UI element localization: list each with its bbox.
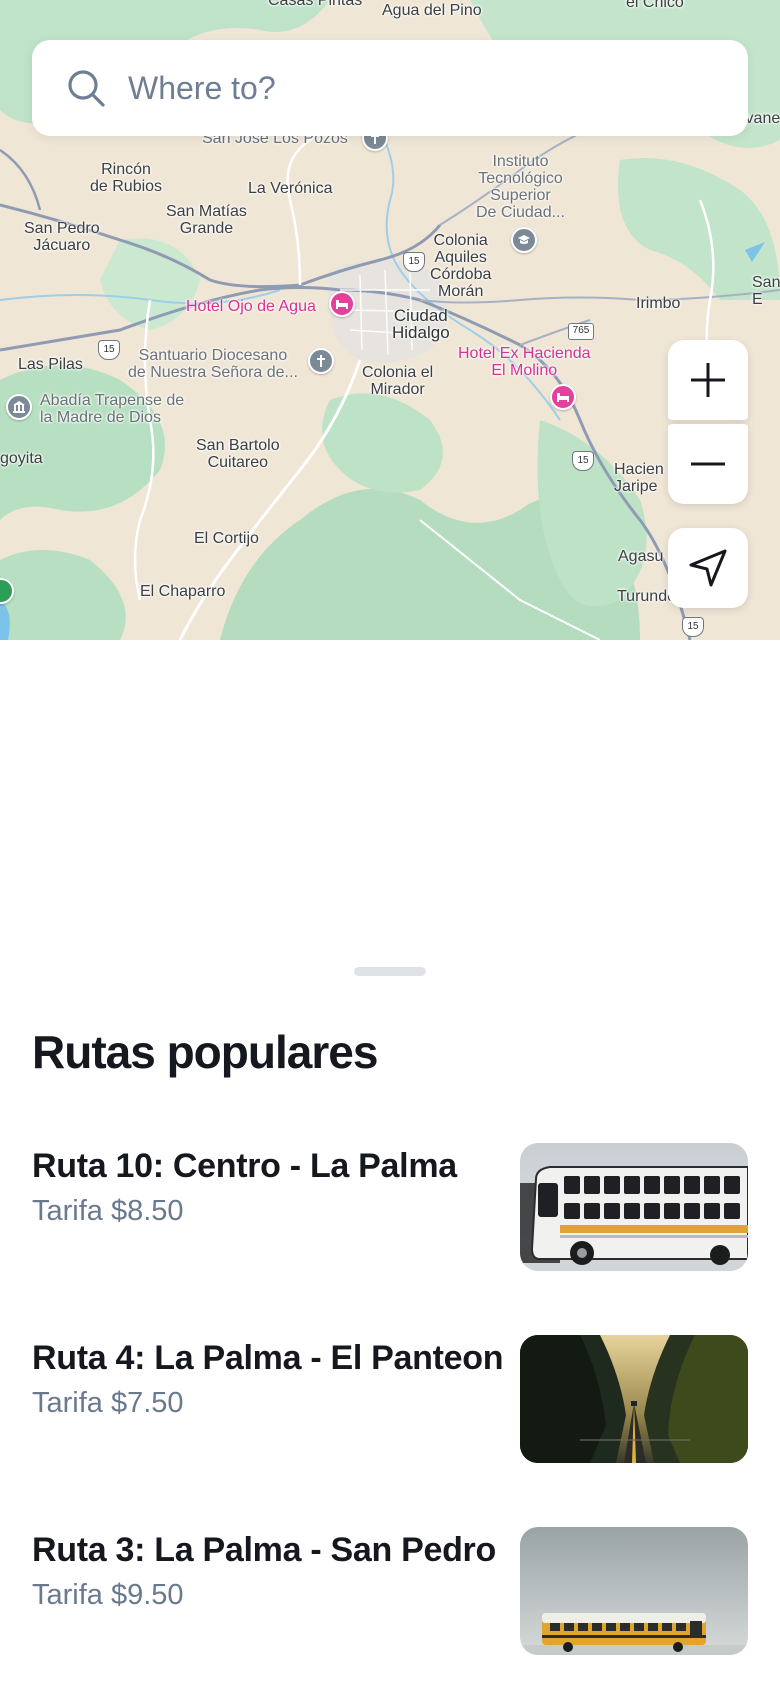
route-name: Ruta 4: La Palma - El Panteon xyxy=(32,1339,504,1377)
highway-shield: 15 xyxy=(682,617,704,637)
map-label: Hotel Ojo de Agua xyxy=(186,298,316,315)
bus-image xyxy=(520,1527,748,1655)
route-thumbnail xyxy=(520,1527,748,1655)
route-list-item[interactable]: Ruta 10: Centro - La Palma Tarifa $8.50 xyxy=(0,1143,780,1273)
zoom-out-button[interactable] xyxy=(668,424,748,504)
search-icon xyxy=(68,70,105,107)
map-label: Casas Pintas xyxy=(268,0,363,9)
map-label: Instituto Tecnológico Superior De Ciudad… xyxy=(476,153,565,221)
map-label: Agua del Pino xyxy=(382,2,482,19)
route-thumbnail xyxy=(520,1143,748,1271)
map-label: San Pedro Jácuaro xyxy=(24,220,100,254)
map-label: San Matías Grande xyxy=(166,203,247,237)
my-location-button[interactable] xyxy=(668,528,748,608)
map-label: La Verónica xyxy=(248,180,333,197)
school-pin-icon[interactable] xyxy=(511,227,537,253)
map-label: Abadía Trapense de la Madre de Dios xyxy=(40,392,185,426)
section-title: Rutas populares xyxy=(32,1026,378,1078)
navigation-arrow-icon xyxy=(689,549,727,587)
map-label: Colonia el Mirador xyxy=(362,364,434,398)
highway-shield: 15 xyxy=(98,340,120,360)
map-label: El Chaparro xyxy=(140,583,226,600)
map-view[interactable]: Casas Pintas Agua del Pino el Chico ivan… xyxy=(0,0,780,640)
route-list-item[interactable]: Ruta 4: La Palma - El Panteon Tarifa $7.… xyxy=(0,1335,780,1465)
sheet-drag-handle[interactable] xyxy=(354,967,426,976)
route-list-item[interactable]: Ruta 3: La Palma - San Pedro Tarifa $9.5… xyxy=(0,1527,780,1657)
map-label: San Bartolo Cuitareo xyxy=(196,437,280,471)
route-fare: Tarifa $8.50 xyxy=(32,1195,184,1227)
zoom-in-button[interactable] xyxy=(668,340,748,420)
search-input[interactable] xyxy=(128,60,708,116)
map-label: Las Pilas xyxy=(18,356,83,373)
map-label: Hotel Ex Hacienda El Molino xyxy=(458,345,591,379)
map-label: el Chico xyxy=(626,0,684,11)
route-name: Ruta 3: La Palma - San Pedro xyxy=(32,1531,496,1569)
map-label: Irimbo xyxy=(636,295,681,312)
highway-shield: 15 xyxy=(572,451,594,471)
map-label: Santuario Diocesano de Nuestra Señora de… xyxy=(128,347,298,381)
hotel-pin-icon[interactable] xyxy=(550,384,576,410)
map-label: Hacien Jaripe xyxy=(614,461,664,495)
map-label: El Cortijo xyxy=(194,530,259,547)
map-label: Colonia Aquiles Córdoba Morán xyxy=(430,232,492,300)
hotel-pin-icon[interactable] xyxy=(329,291,355,317)
church-pin-icon[interactable] xyxy=(308,348,334,374)
highway-shield: 15 xyxy=(403,252,425,272)
map-label: Ciudad Hidalgo xyxy=(392,306,450,342)
route-thumbnail xyxy=(520,1335,748,1463)
minus-icon xyxy=(691,462,725,466)
map-label: goyita xyxy=(0,450,43,467)
map-label: San E xyxy=(752,274,780,308)
canyon-road-image xyxy=(520,1335,748,1463)
route-name: Ruta 10: Centro - La Palma xyxy=(32,1147,457,1185)
route-fare: Tarifa $9.50 xyxy=(32,1579,184,1611)
map-label: Rincón de Rubios xyxy=(90,161,163,195)
landmark-pin-icon[interactable] xyxy=(6,394,32,420)
search-bar[interactable] xyxy=(32,40,748,136)
route-fare: Tarifa $7.50 xyxy=(32,1387,184,1419)
plus-icon xyxy=(691,363,725,397)
highway-shield: 765 xyxy=(568,323,594,340)
map-label: Agasu xyxy=(618,548,664,565)
bus-image xyxy=(520,1143,748,1271)
